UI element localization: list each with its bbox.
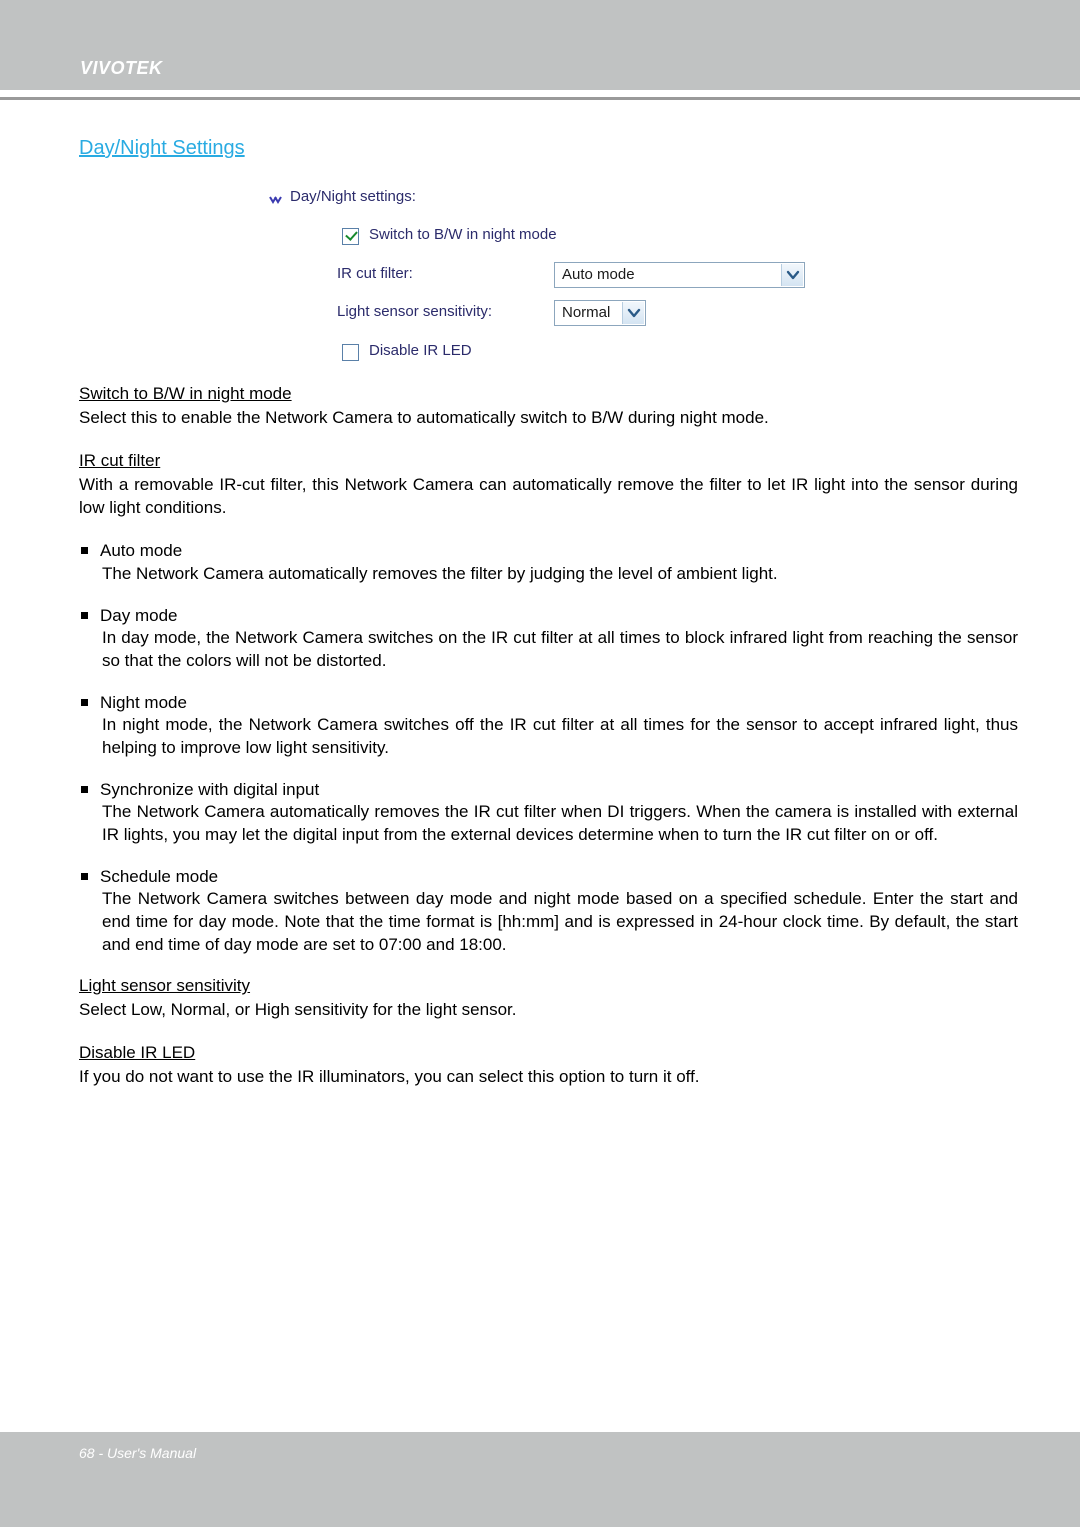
square-bullet-icon — [81, 547, 88, 555]
ir-cut-filter-select[interactable]: Auto mode — [554, 262, 805, 288]
switch-bw-checkbox[interactable] — [342, 228, 359, 245]
light-sensor-value: Normal — [562, 304, 611, 321]
mode-title: Schedule mode — [100, 866, 219, 886]
ir-cut-filter-section: IR cut filter With a removable IR-cut fi… — [79, 449, 1018, 519]
switch-bw-section: Switch to B/W in night mode Select this … — [79, 382, 1018, 429]
square-bullet-icon — [81, 872, 88, 880]
switch-bw-label: Switch to B/W in night mode — [369, 226, 557, 243]
light-sensor-row: Light sensor sensitivity: Normal — [264, 300, 824, 332]
square-bullet-icon — [81, 698, 88, 706]
disable-ir-led-paragraph: If you do not want to use the IR illumin… — [79, 1067, 700, 1087]
ir-cut-filter-value: Auto mode — [562, 266, 635, 283]
page-title: Day/Night Settings — [79, 137, 245, 159]
mode-title: Night mode — [100, 692, 187, 712]
light-sensor-paragraph: Select Low, Normal, or High sensitivity … — [79, 999, 517, 1019]
day-night-settings-panel: Day/Night settings: Switch to B/W in nig… — [264, 182, 824, 364]
light-sensor-label: Light sensor sensitivity: — [337, 303, 493, 320]
page-footer-band: 68 - User's Manual — [0, 1432, 1080, 1527]
disable-ir-led-checkbox[interactable] — [342, 344, 359, 361]
light-sensor-section: Light sensor sensitivity Select Low, Nor… — [79, 974, 1018, 1021]
light-sensor-select[interactable]: Normal — [554, 300, 646, 326]
mode-description: The Network Camera switches between day … — [102, 889, 1018, 954]
chevron-down-icon[interactable] — [781, 264, 803, 286]
mode-item: Auto mode The Network Camera automatical… — [79, 539, 1018, 585]
mode-description: In night mode, the Network Camera switch… — [102, 715, 1018, 757]
switch-bw-paragraph: Select this to enable the Network Camera… — [79, 407, 769, 427]
ir-cut-filter-row: IR cut filter: Auto mode — [264, 262, 824, 294]
mode-item: Day mode In day mode, the Network Camera… — [79, 604, 1018, 673]
ir-cut-filter-paragraph: With a removable IR-cut filter, this Net… — [79, 474, 1018, 517]
page-body: Day/Night Settings Day/Night settings: S… — [0, 100, 1080, 1109]
switch-bw-term: Switch to B/W in night mode — [79, 384, 292, 403]
content-column: Day/Night Settings Day/Night settings: S… — [79, 100, 1018, 1089]
mode-title: Auto mode — [100, 541, 183, 561]
ir-cut-filter-term: IR cut filter — [79, 451, 161, 471]
vivotek-logo: VIVOTEK — [80, 58, 163, 78]
mode-description: In day mode, the Network Camera switches… — [102, 628, 1018, 670]
page-footer-label: 68 - User's Manual — [79, 1445, 197, 1461]
light-sensor-term: Light sensor sensitivity — [79, 976, 251, 996]
mode-item: Synchronize with digital input The Netwo… — [79, 778, 1018, 847]
disable-ir-led-row: Disable IR LED — [264, 342, 824, 372]
chevron-down-icon[interactable] — [622, 302, 644, 324]
mode-description: The Network Camera automatically removes… — [102, 563, 778, 583]
prose-content: Switch to B/W in night mode Select this … — [79, 382, 1018, 1089]
disable-ir-led-term: Disable IR LED — [79, 1043, 196, 1063]
mode-title: Synchronize with digital input — [100, 779, 320, 799]
mode-item: Schedule mode The Network Camera switche… — [79, 865, 1018, 957]
ir-cut-filter-label: IR cut filter: — [337, 265, 413, 282]
switch-bw-row: Switch to B/W in night mode — [264, 226, 824, 256]
square-bullet-icon — [81, 785, 88, 793]
square-bullet-icon — [81, 611, 88, 619]
mode-title: Day mode — [100, 605, 178, 625]
mode-description: The Network Camera automatically removes… — [102, 802, 1018, 844]
panel-title: Day/Night settings: — [290, 188, 416, 205]
disable-ir-led-section: Disable IR LED If you do not want to use… — [79, 1041, 1018, 1088]
mode-item: Night mode In night mode, the Network Ca… — [79, 691, 1018, 760]
chevron-double-down-icon[interactable] — [269, 193, 283, 204]
disable-ir-led-label: Disable IR LED — [369, 342, 472, 359]
